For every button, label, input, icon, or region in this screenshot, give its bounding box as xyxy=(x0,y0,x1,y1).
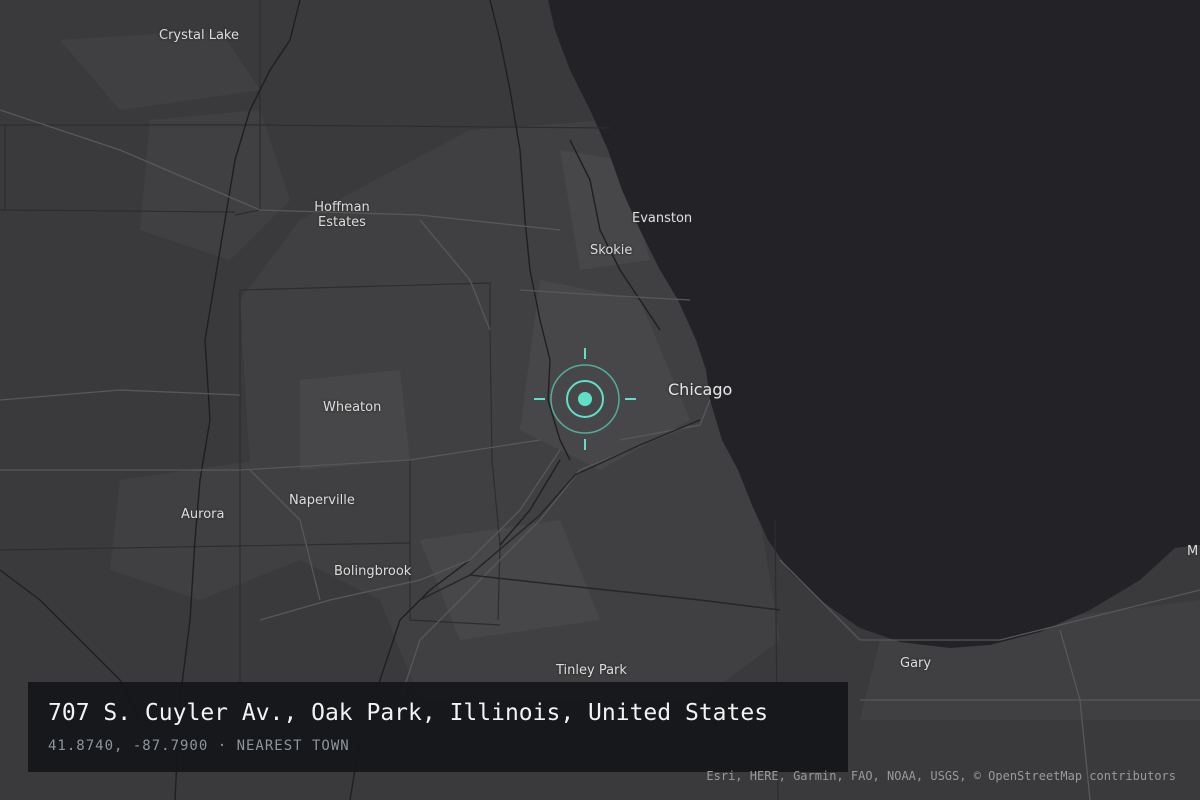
city-label-naperville: Naperville xyxy=(289,493,355,508)
city-label-crystal-lake: Crystal Lake xyxy=(159,28,239,43)
city-label-hoffman-estates-line1: Hoffman xyxy=(314,200,370,215)
city-label-skokie: Skokie xyxy=(590,243,633,258)
location-coordinates: 41.8740, -87.7900 · NEAREST TOWN xyxy=(48,738,350,754)
map-view[interactable]: Crystal Lake Hoffman Estates Evanston Sk… xyxy=(0,0,1200,800)
city-label-m-edge: M xyxy=(1187,544,1199,559)
city-label-evanston: Evanston xyxy=(632,211,693,226)
city-label-hoffman-estates-line2: Estates xyxy=(318,215,366,230)
city-label-chicago: Chicago xyxy=(668,380,733,399)
city-label-bolingbrook: Bolingbrook xyxy=(334,564,412,579)
map-canvas[interactable] xyxy=(0,0,1200,800)
map-attribution: Esri, HERE, Garmin, FAO, NOAA, USGS, © O… xyxy=(706,769,1176,783)
city-label-hoffman-estates: Hoffman Estates xyxy=(302,200,382,230)
city-label-tinley-park: Tinley Park xyxy=(556,663,627,678)
city-label-gary: Gary xyxy=(900,656,932,671)
city-label-aurora: Aurora xyxy=(181,507,225,522)
location-info-panel: 707 S. Cuyler Av., Oak Park, Illinois, U… xyxy=(28,682,848,772)
location-address: 707 S. Cuyler Av., Oak Park, Illinois, U… xyxy=(48,700,769,726)
city-label-wheaton: Wheaton xyxy=(323,400,382,415)
